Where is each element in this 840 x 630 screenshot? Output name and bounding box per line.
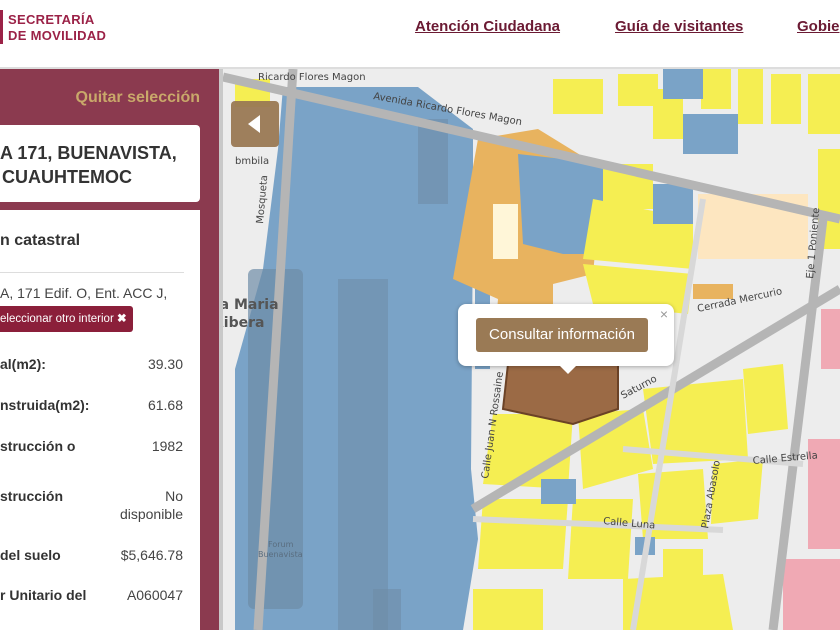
logo-line1: SECRETARÍA [8, 12, 95, 27]
row-label-area-terreno: al(m2): [0, 356, 46, 372]
row-value-valor-suelo: $5,646.78 [120, 547, 183, 563]
parcel-blue-small [541, 479, 576, 504]
info-sidebar: Quitar selección A 171, BUENAVISTA, CUAU… [0, 69, 220, 630]
cadastral-info-card: n catastral A, 171 Edif. O, Ent. ACC J, … [0, 210, 200, 630]
popup-arrow [558, 364, 578, 374]
clear-selection-button[interactable]: Quitar selección [76, 89, 201, 107]
row-label-tipo-construccion: strucción [0, 488, 64, 504]
platform-bottom [373, 589, 401, 630]
row-value-valor-unitario: A060047 [126, 587, 183, 603]
platform-middle [338, 279, 388, 630]
label-santa-maria: nta Maria [223, 297, 279, 313]
logo-bar [0, 10, 3, 44]
row-label-valor-unitario: r Unitario del [0, 587, 87, 603]
divider [0, 272, 184, 273]
parcel-blue-top-right2 [683, 114, 738, 154]
row-value-area-construida: 61.68 [147, 397, 183, 413]
close-icon: ✖ [116, 313, 127, 325]
nav-gobierno[interactable]: Gobie [797, 18, 840, 35]
parcel-light [493, 204, 518, 259]
collapse-sidebar-button[interactable] [231, 101, 279, 147]
nav-guia-visitantes[interactable]: Guía de visitantes [615, 18, 743, 35]
label-forum: Forum [268, 540, 294, 549]
select-interior-label: eleccionar otro interior [0, 313, 114, 325]
address-line2: CUAUHTEMOC [2, 167, 132, 187]
parcel-blue-top-right [663, 69, 703, 99]
label-ribera: Ribera [223, 315, 264, 331]
consult-info-button[interactable]: Consultar información [476, 318, 648, 352]
row-value-tipo-construccion: No disponible [119, 488, 183, 522]
popup-close-icon[interactable]: × [660, 306, 668, 322]
chevron-left-icon [248, 115, 260, 133]
label-buenavista: Buenavista [258, 550, 303, 559]
label-flores-magon-top: Ricardo Flores Magon [258, 72, 366, 83]
map-popup: × Consultar información [458, 304, 674, 374]
label-bmbila: bmbila [235, 156, 269, 167]
row-label-valor-suelo: del suelo [0, 547, 61, 563]
parcel-blue-right [653, 184, 693, 224]
address-card: A 171, BUENAVISTA, CUAUHTEMOC [0, 125, 200, 202]
address-line1: A 171, BUENAVISTA, [0, 143, 177, 163]
row-value-anio-construccion: 1982 [151, 438, 183, 454]
row-label-area-construida: nstruida(m2): [0, 397, 90, 413]
logo[interactable]: SECRETARÍA DE MOVILIDAD [8, 12, 106, 44]
row-value-area-terreno: 39.30 [147, 356, 183, 372]
nav-atencion-ciudadana[interactable]: Atención Ciudadana [415, 18, 560, 35]
map-view[interactable]: Ricardo Flores Magon Avenida Ricardo Flo… [223, 69, 840, 630]
site-header: SECRETARÍA DE MOVILIDAD Atención Ciudada… [0, 0, 840, 69]
card-title: n catastral [0, 232, 81, 249]
card-address: A, 171 Edif. O, Ent. ACC J, [0, 285, 168, 301]
select-other-interior-button[interactable]: eleccionar otro interior ✖ [0, 306, 133, 332]
logo-line2: DE MOVILIDAD [8, 28, 107, 43]
row-label-anio-construccion: strucción o [0, 438, 76, 454]
